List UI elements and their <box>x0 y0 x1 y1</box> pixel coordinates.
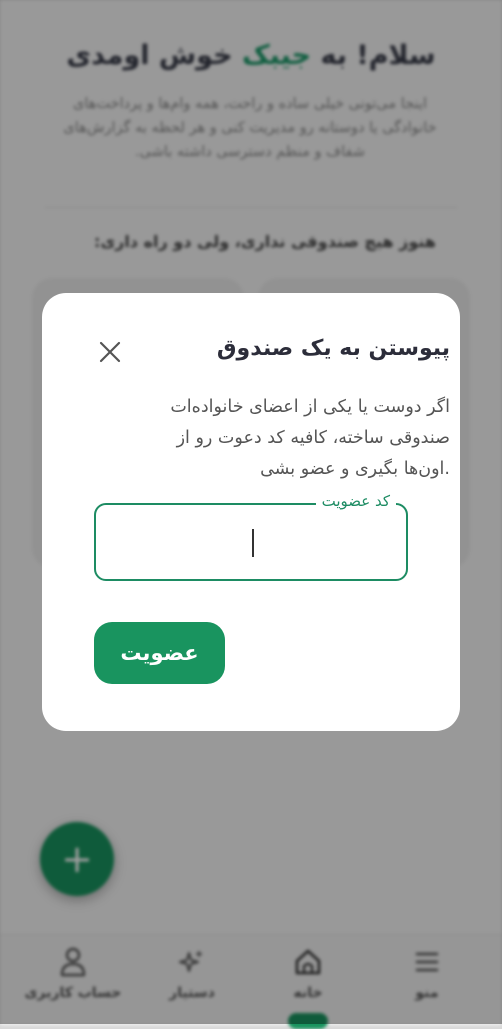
text-caret <box>252 529 254 557</box>
membership-code-field[interactable]: کد عضویت <box>94 492 408 581</box>
join-button[interactable]: عضویت <box>94 622 225 684</box>
dialog-description: اگر دوست یا یکی از اعضای خانواده‌ات صندو… <box>170 397 450 479</box>
close-icon <box>96 341 124 370</box>
close-button[interactable] <box>96 338 124 366</box>
dialog-title: پیوستن به یک صندوق <box>216 336 450 361</box>
